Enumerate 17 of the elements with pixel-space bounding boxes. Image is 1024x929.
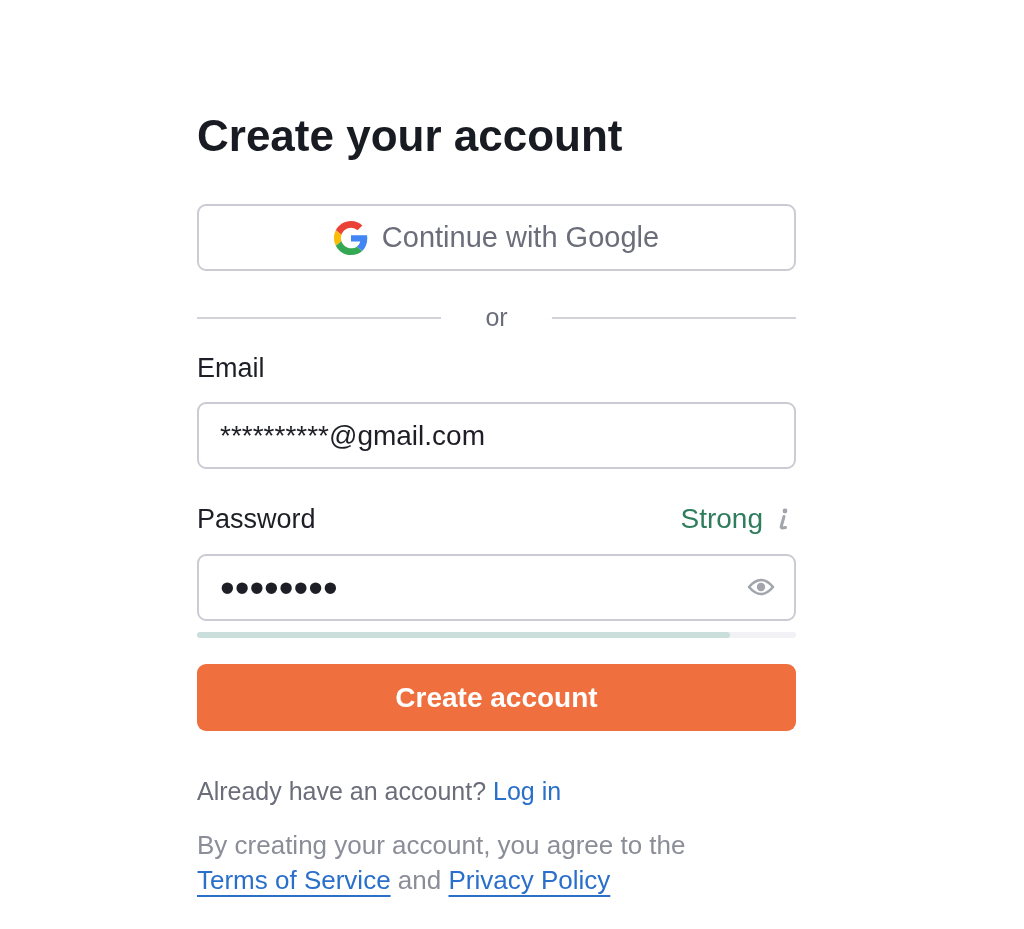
login-prompt: Already have an account? Log in	[197, 776, 562, 807]
divider-label: or	[484, 302, 509, 334]
eye-icon[interactable]	[747, 576, 775, 598]
google-sign-in-button[interactable]: Continue with Google	[197, 204, 796, 271]
google-logo-icon	[333, 220, 368, 255]
password-strength-label: Strong	[680, 503, 763, 535]
log-in-link[interactable]: Log in	[493, 777, 562, 805]
password-field[interactable]: ••••••••	[197, 554, 796, 621]
page-title: Create your account	[197, 112, 623, 160]
info-icon[interactable]	[777, 508, 788, 530]
create-account-button[interactable]: Create account	[197, 664, 796, 731]
terms-notice: By creating your account, you agree to the Terms of Service and Privacy Policy	[197, 829, 687, 897]
email-label: Email	[197, 352, 265, 384]
terms-link[interactable]: Privacy Policy	[448, 865, 611, 895]
email-field[interactable]: **********@gmail.com	[197, 402, 796, 469]
terms-link[interactable]: Terms of Service	[197, 865, 391, 895]
password-label: Password	[197, 503, 316, 535]
